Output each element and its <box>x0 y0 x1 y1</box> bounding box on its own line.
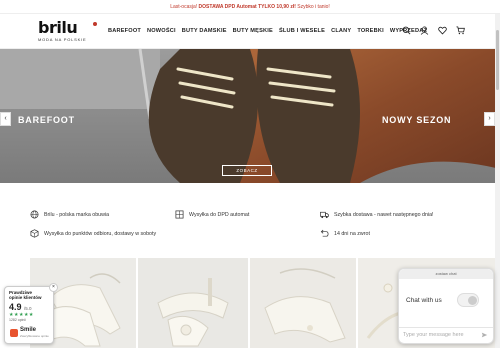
promo-lead: Last-ocasja! <box>170 4 198 10</box>
badge-score-value: 4.9 <box>9 302 22 312</box>
box-icon <box>30 229 39 238</box>
nav-item-nowosci[interactable]: NOWOŚCI <box>147 28 176 34</box>
nav-item-torebki[interactable]: TOREBKI <box>357 28 383 34</box>
feature-item: Szybka dostawa - nawet następnego dnia! <box>320 210 434 219</box>
feature-item: 14 dni na zwrot <box>320 229 370 238</box>
badge-line2: opinie klientów <box>9 295 42 300</box>
chat-message-input[interactable]: Type your message here <box>399 327 493 343</box>
badge-score: 4.9 /5.0 <box>9 302 49 312</box>
truck-icon <box>320 211 329 219</box>
hero-prev-arrow[interactable]: ‹ <box>0 112 11 126</box>
hero-title-barefoot: BAREFOOT <box>18 115 75 125</box>
logo-tagline: MODA NA POLSKIE <box>38 37 87 42</box>
nav-item-slub-i-wesele[interactable]: ŚLUB I WESELE <box>279 28 325 34</box>
smile-logo-icon <box>10 329 18 337</box>
logo-dot <box>93 22 97 26</box>
search-icon[interactable] <box>402 26 411 35</box>
product-image-sandals[interactable] <box>138 258 248 348</box>
nav-item-barefoot[interactable]: BAREFOOT <box>108 28 141 34</box>
page-scrollbar[interactable] <box>495 14 500 348</box>
globe-icon <box>30 210 39 219</box>
feature-item: Wysyłka do punktów odbioru, dostawy w so… <box>30 229 156 238</box>
heart-icon[interactable] <box>438 26 447 35</box>
badge-score-scale: /5.0 <box>24 306 32 311</box>
badge-close-button[interactable]: × <box>49 283 58 292</box>
promo-bar[interactable]: Last-ocasja! DOSTAWA DPD Automat TYLKO 1… <box>0 0 500 14</box>
chat-toggle[interactable] <box>457 293 479 307</box>
feature-item: Brilu - polska marka obuwia <box>30 210 109 219</box>
chat-toggle-knob <box>468 296 477 305</box>
feature-item: Wysyłka do DPD automat <box>175 210 249 219</box>
feature-text: Szybka dostawa - nawet następnego dnia! <box>334 211 434 218</box>
hero-title-new-season: NOWY SEZON <box>382 115 452 125</box>
hero-banner[interactable]: BAREFOOT NOWY SEZON ZOBACZ <box>0 49 500 183</box>
smile-logo: Smile Zweryfikowane opinie <box>10 327 49 339</box>
feature-text: Brilu - polska marka obuwia <box>44 211 110 218</box>
reviews-badge[interactable]: Prawdziwe opinie klientów 4.9 /5.0 ★★★★★… <box>4 283 58 344</box>
send-icon[interactable] <box>481 332 488 338</box>
hero-next-arrow[interactable]: › <box>484 112 495 126</box>
nav-item-clany[interactable]: CLANY <box>331 28 351 34</box>
product-image-bridal[interactable] <box>250 258 356 348</box>
hero-cta-button[interactable]: ZOBACZ <box>222 165 272 176</box>
nav-item-buty-meskie[interactable]: BUTY MĘSKIE <box>233 28 273 34</box>
feature-text: Wysyłka do punktów odbioru, dostawy w so… <box>44 230 157 237</box>
smile-brand-sub: Zweryfikowane opinie <box>20 334 49 338</box>
features-section: Brilu - polska marka obuwia Wysyłka do D… <box>0 183 500 258</box>
chat-title: Chat with us <box>406 297 442 304</box>
badge-count: 1282 opinii <box>9 318 26 322</box>
parcel-locker-icon <box>175 210 184 219</box>
chat-widget: zostaw chat Chat with us Type your messa… <box>398 268 494 344</box>
feature-text: 14 dni na zwrot <box>334 230 370 237</box>
chat-header: zostaw chat <box>399 269 493 279</box>
nav-item-buty-damskie[interactable]: BUTY DAMSKIE <box>182 28 227 34</box>
promo-tail: Szybko i tanio! <box>297 4 330 10</box>
user-icon[interactable] <box>420 26 429 35</box>
main-nav: BAREFOOT NOWOŚCI BUTY DAMSKIE BUTY MĘSKI… <box>108 28 427 34</box>
return-icon <box>320 229 329 237</box>
promo-bold: DOSTAWA DPD Automat TYLKO 10,90 zł! <box>198 4 296 10</box>
logo-name: brilu <box>38 18 78 37</box>
scrollbar-thumb[interactable] <box>496 30 499 90</box>
brand-logo[interactable]: brilu MODA NA POLSKIE <box>38 18 97 42</box>
site-header: brilu MODA NA POLSKIE BAREFOOT NOWOŚCI B… <box>0 14 500 49</box>
feature-text: Wysyłka do DPD automat <box>189 211 250 218</box>
header-icons <box>402 26 465 35</box>
cart-icon[interactable] <box>456 26 465 35</box>
